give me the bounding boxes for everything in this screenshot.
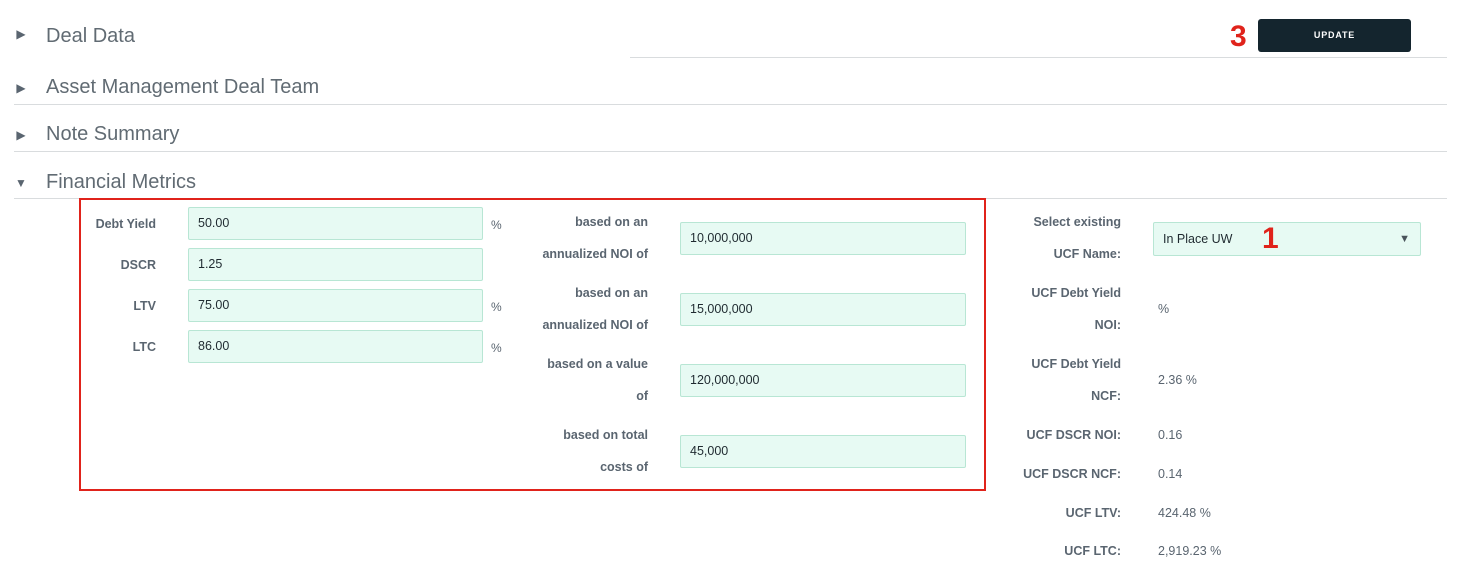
update-button[interactable]: UPDATE: [1258, 19, 1411, 52]
ucf-name-select-value: In Place UW: [1163, 232, 1233, 246]
annotation-number: 3: [1230, 20, 1247, 53]
ltc-input[interactable]: 86.00: [188, 330, 483, 363]
ucf-debt-yield-ncf-label-line1: UCF Debt Yield: [1031, 357, 1121, 371]
section-title-asset-management: Asset Management Deal Team: [46, 76, 320, 98]
section-title-deal-data: Deal Data: [46, 25, 135, 47]
ucf-dscr-noi-label: UCF DSCR NOI:: [1026, 428, 1121, 442]
based-on-noi-label-line1: based on an: [575, 286, 648, 300]
ucf-debt-yield-noi-label-line1: UCF Debt Yield: [1031, 286, 1121, 300]
based-on-noi-label-line1: based on an: [575, 215, 648, 229]
ucf-ltc-label: UCF LTC:: [1064, 544, 1121, 558]
ucf-name-select[interactable]: In Place UW ▼: [1153, 222, 1421, 256]
value-input[interactable]: 120,000,000: [680, 364, 966, 397]
ucf-debt-yield-noi-value: %: [1158, 302, 1170, 316]
section-title-financial-metrics: Financial Metrics: [46, 171, 197, 193]
annotation-number: 1: [1262, 222, 1279, 255]
ucf-ltc-value: 2,919.23 %: [1158, 544, 1222, 558]
ucf-dscr-noi-value: 0.16: [1158, 428, 1183, 442]
based-on-noi-label-line2: annualized NOI of: [542, 318, 648, 332]
debt-yield-label: Debt Yield: [95, 217, 156, 231]
ucf-dscr-ncf-value: 0.14: [1158, 467, 1183, 481]
ltc-label: LTC: [132, 340, 156, 354]
ucf-ltv-label: UCF LTV:: [1065, 506, 1121, 520]
collapsed-arrow-icon[interactable]: ▶: [14, 128, 28, 142]
based-on-value-label-line2: of: [636, 389, 648, 403]
section-title-note-summary: Note Summary: [46, 123, 180, 145]
based-on-noi-label-line2: annualized NOI of: [542, 247, 648, 261]
expanded-arrow-icon[interactable]: ▼: [14, 176, 28, 190]
chevron-down-icon[interactable]: ▼: [1399, 223, 1410, 255]
collapsed-arrow-icon[interactable]: ▶: [14, 27, 28, 41]
dscr-input[interactable]: 1.25: [188, 248, 483, 281]
ucf-dscr-ncf-label: UCF DSCR NCF:: [1023, 467, 1121, 481]
annualized-noi-input[interactable]: 15,000,000: [680, 293, 966, 326]
ltv-label: LTV: [133, 299, 156, 313]
dscr-label: DSCR: [120, 258, 156, 272]
section-financial-metrics[interactable]: ▼ Financial Metrics: [14, 151, 1447, 199]
section-asset-management[interactable]: ▶ Asset Management Deal Team: [14, 57, 1447, 105]
debt-yield-input[interactable]: 50.00: [188, 207, 483, 240]
ucf-select-label-line2: UCF Name:: [1053, 247, 1121, 261]
section-note-summary[interactable]: ▶ Note Summary: [14, 104, 1447, 152]
ucf-debt-yield-ncf-label-line2: NCF:: [1091, 389, 1121, 403]
ucf-select-label-line1: Select existing: [1033, 215, 1121, 229]
ucf-ltv-value: 424.48 %: [1158, 506, 1211, 520]
collapsed-arrow-icon[interactable]: ▶: [14, 81, 28, 95]
ucf-debt-yield-noi-label-line2: NOI:: [1094, 318, 1121, 332]
annualized-noi-input[interactable]: 10,000,000: [680, 222, 966, 255]
ucf-debt-yield-ncf-value: 2.36 %: [1158, 373, 1197, 387]
total-costs-input[interactable]: 45,000: [680, 435, 966, 468]
based-on-value-label-line1: based on a value: [547, 357, 648, 371]
based-on-costs-label-line1: based on total: [563, 428, 648, 442]
ltv-input[interactable]: 75.00: [188, 289, 483, 322]
based-on-costs-label-line2: costs of: [600, 460, 648, 474]
